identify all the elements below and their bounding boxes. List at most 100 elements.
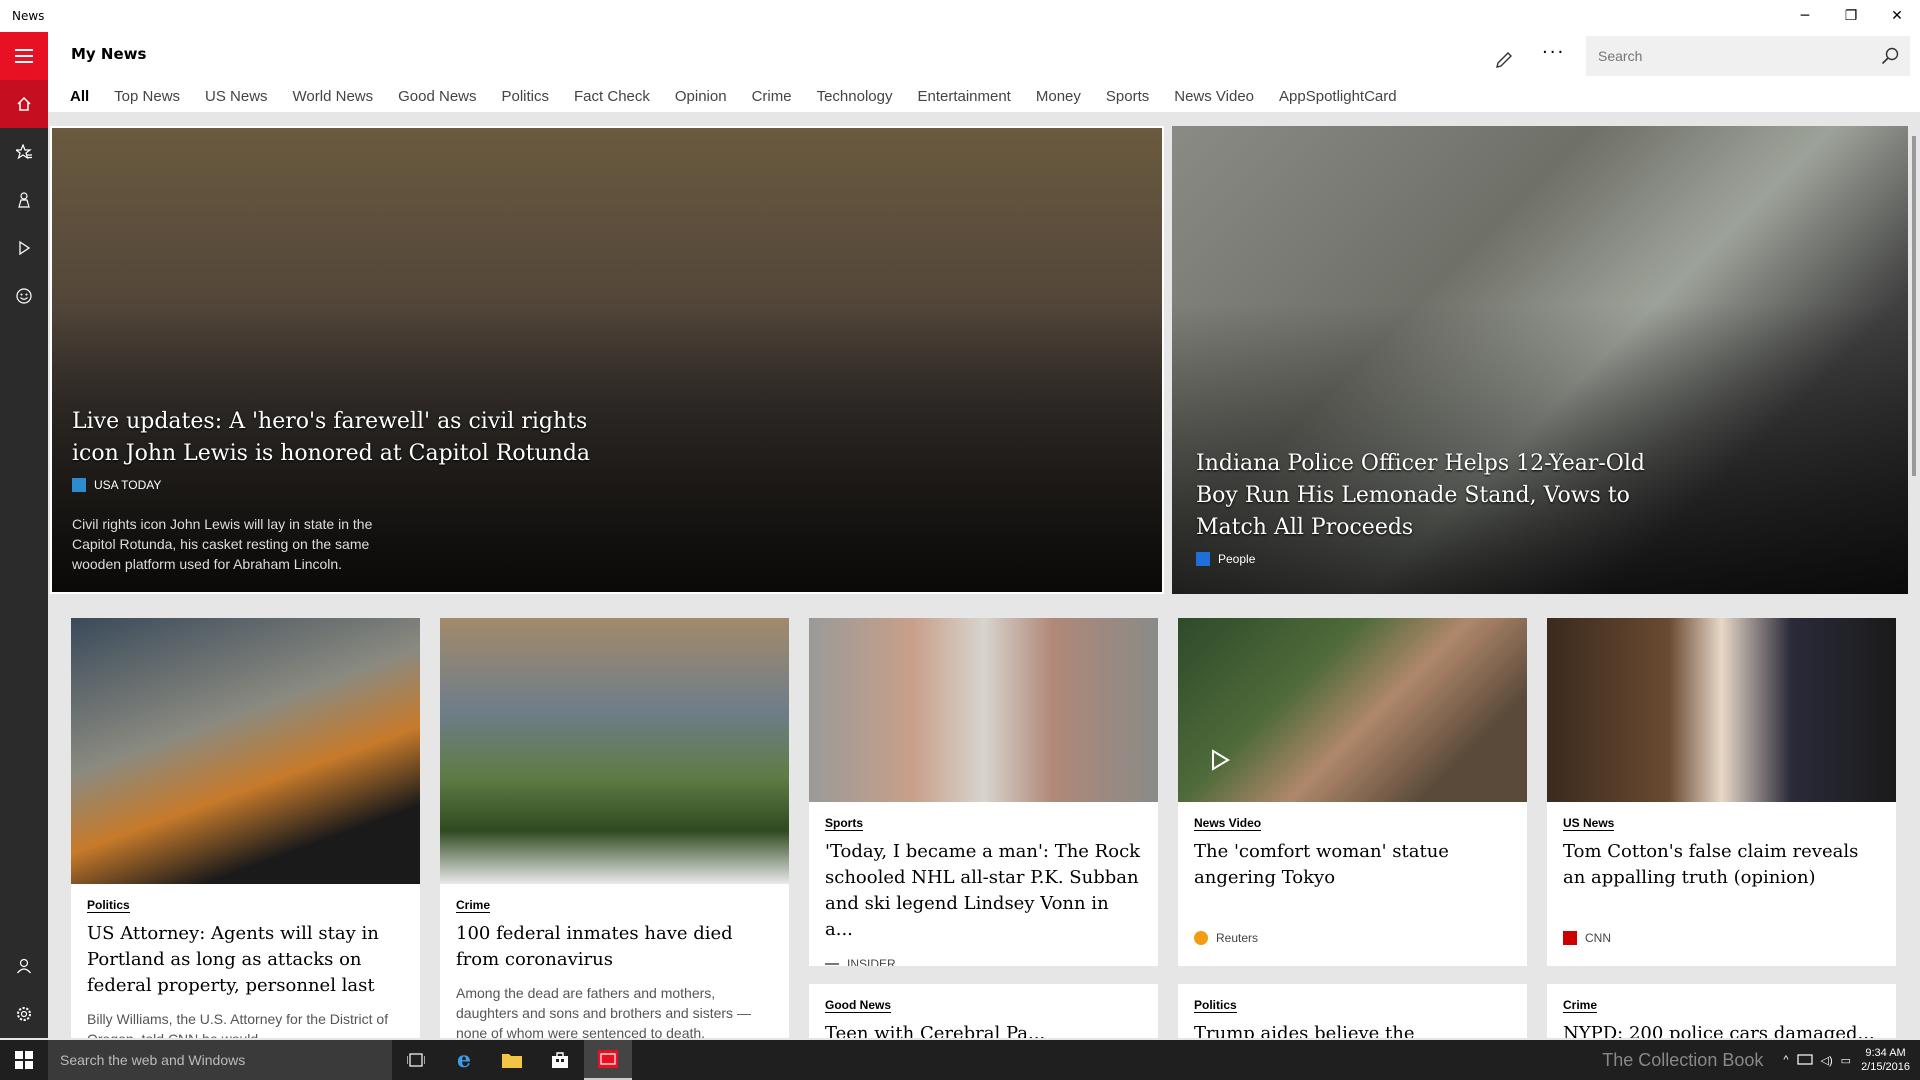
tab-money[interactable]: Money — [1036, 88, 1081, 105]
taskbar: Search the web and Windows e The Collect… — [0, 1040, 1920, 1080]
search-input[interactable] — [1586, 48, 1870, 64]
article-category[interactable]: Politics — [87, 898, 130, 913]
watermark: The Collection Book — [1602, 1049, 1764, 1070]
minimize-button[interactable]: ─ — [1782, 0, 1828, 32]
edit-button[interactable] — [1488, 44, 1520, 76]
hero-description: Civil rights icon John Lewis will lay in… — [72, 516, 373, 572]
app-header: My News ··· All Top News US News World N… — [48, 32, 1920, 112]
chevron-up-icon[interactable]: ^ — [1783, 1054, 1788, 1066]
insider-logo-icon — [825, 963, 839, 965]
play-icon[interactable] — [1208, 748, 1232, 772]
windows-logo-icon — [15, 1051, 33, 1069]
start-button[interactable] — [0, 1040, 48, 1080]
article-image — [809, 618, 1158, 802]
hero-source-name: USA TODAY — [94, 478, 162, 492]
article-card[interactable]: Politics US Attorney: Agents will stay i… — [71, 618, 420, 1038]
clock-time: 9:34 AM — [1865, 1047, 1906, 1059]
tab-good-news[interactable]: Good News — [398, 88, 476, 105]
hamburger-icon — [15, 49, 33, 63]
hero-article[interactable]: Live updates: A 'hero's farewell' as civ… — [50, 126, 1164, 594]
article-image — [1547, 618, 1896, 802]
article-source: CNN — [1563, 931, 1896, 945]
file-explorer-button[interactable] — [488, 1040, 536, 1080]
interests-icon — [18, 192, 30, 208]
nav-settings[interactable] — [0, 990, 48, 1038]
nav-interests[interactable] — [0, 176, 48, 224]
search-button[interactable] — [1870, 47, 1910, 65]
article-card[interactable]: Good News Teen with Cerebral Pa... — [809, 984, 1158, 1038]
scrollbar[interactable] — [1908, 126, 1920, 1038]
nav-account[interactable] — [0, 942, 48, 990]
tab-top-news[interactable]: Top News — [114, 88, 180, 105]
tab-opinion[interactable]: Opinion — [675, 88, 727, 105]
taskbar-search[interactable]: Search the web and Windows — [48, 1040, 392, 1080]
tab-world-news[interactable]: World News — [293, 88, 374, 105]
folder-icon — [502, 1054, 522, 1068]
article-card[interactable]: Politics Trump aides believe the preside… — [1178, 984, 1527, 1038]
article-category[interactable]: News Video — [1194, 816, 1262, 831]
article-image — [1178, 618, 1527, 802]
clock-date: 2/15/2016 — [1861, 1061, 1910, 1073]
title-bar: News ─ ❐ ✕ — [0, 0, 1920, 32]
hamburger-button[interactable] — [0, 32, 48, 80]
more-button[interactable]: ··· — [1542, 42, 1565, 63]
tab-all[interactable]: All — [70, 88, 89, 105]
tab-crime[interactable]: Crime — [752, 88, 792, 105]
nav-video[interactable] — [0, 224, 48, 272]
news-app-button[interactable] — [584, 1040, 632, 1080]
article-category[interactable]: Sports — [825, 816, 864, 831]
article-description: Billy Williams, the U.S. Attorney for th… — [87, 1011, 389, 1038]
maximize-button[interactable]: ❐ — [1828, 0, 1874, 32]
tab-sports[interactable]: Sports — [1106, 88, 1149, 105]
notification-icon[interactable]: ▭ — [1841, 1054, 1851, 1067]
article-card[interactable]: Crime NYPD: 200 police cars damaged... — [1547, 984, 1896, 1038]
store-button[interactable] — [536, 1040, 584, 1080]
article-category[interactable]: Crime — [456, 898, 491, 913]
nav-home[interactable] — [0, 80, 48, 128]
article-title: 100 federal inmates have died from coron… — [456, 923, 733, 970]
close-button[interactable]: ✕ — [1874, 0, 1920, 32]
tab-app-spotlight[interactable]: AppSpotlightCard — [1279, 88, 1397, 105]
nav-feedback[interactable] — [0, 272, 48, 320]
article-card[interactable]: Crime 100 federal inmates have died from… — [440, 618, 789, 1038]
task-view-icon — [407, 1053, 425, 1067]
tab-news-video[interactable]: News Video — [1174, 88, 1254, 105]
restore-icon: ❐ — [1844, 8, 1858, 24]
article-title: 'Today, I became a man': The Rock school… — [825, 841, 1141, 940]
cnn-logo-icon — [1563, 931, 1577, 945]
article-card[interactable]: News Video The 'comfort woman' statue an… — [1178, 618, 1527, 966]
network-icon[interactable] — [1796, 1053, 1813, 1067]
article-card[interactable]: Sports 'Today, I became a man': The Rock… — [809, 618, 1158, 966]
home-icon — [17, 96, 31, 111]
article-category[interactable]: Crime — [1563, 998, 1598, 1013]
news-feed: Live updates: A 'hero's farewell' as civ… — [48, 126, 1908, 1038]
article-source: INSIDER — [825, 957, 1158, 966]
article-image — [71, 618, 420, 884]
article-category[interactable]: Good News — [825, 998, 892, 1013]
tab-technology[interactable]: Technology — [817, 88, 893, 105]
article-category[interactable]: US News — [1563, 816, 1615, 831]
hero-source: People — [1196, 552, 1686, 566]
article-image — [440, 618, 789, 884]
edge-button[interactable]: e — [440, 1040, 488, 1080]
scrollbar-thumb[interactable] — [1912, 136, 1916, 476]
clock[interactable]: 9:34 AM 2/15/2016 — [1861, 1046, 1910, 1074]
tab-politics[interactable]: Politics — [502, 88, 550, 105]
hero-caption: Live updates: A 'hero's farewell' as civ… — [72, 406, 632, 574]
article-category[interactable]: Politics — [1194, 998, 1237, 1013]
article-source-name: Reuters — [1216, 931, 1259, 945]
category-tabs: All Top News US News World News Good New… — [70, 88, 1422, 105]
article-title: Trump aides believe the president... — [1194, 1023, 1415, 1038]
tab-entertainment[interactable]: Entertainment — [917, 88, 1010, 105]
hero-article[interactable]: Indiana Police Officer Helps 12-Year-Old… — [1172, 126, 1908, 594]
tab-fact-check[interactable]: Fact Check — [574, 88, 650, 105]
article-source-name: INSIDER — [847, 957, 896, 966]
account-icon — [17, 958, 31, 974]
usa-today-logo-icon — [72, 478, 86, 492]
task-view-button[interactable] — [392, 1040, 440, 1080]
nav-favorites[interactable] — [0, 128, 48, 176]
article-card[interactable]: US News Tom Cotton's false claim reveals… — [1547, 618, 1896, 966]
nav-rail — [0, 32, 48, 1038]
tab-us-news[interactable]: US News — [205, 88, 268, 105]
volume-icon[interactable]: ◁) — [1821, 1054, 1833, 1067]
